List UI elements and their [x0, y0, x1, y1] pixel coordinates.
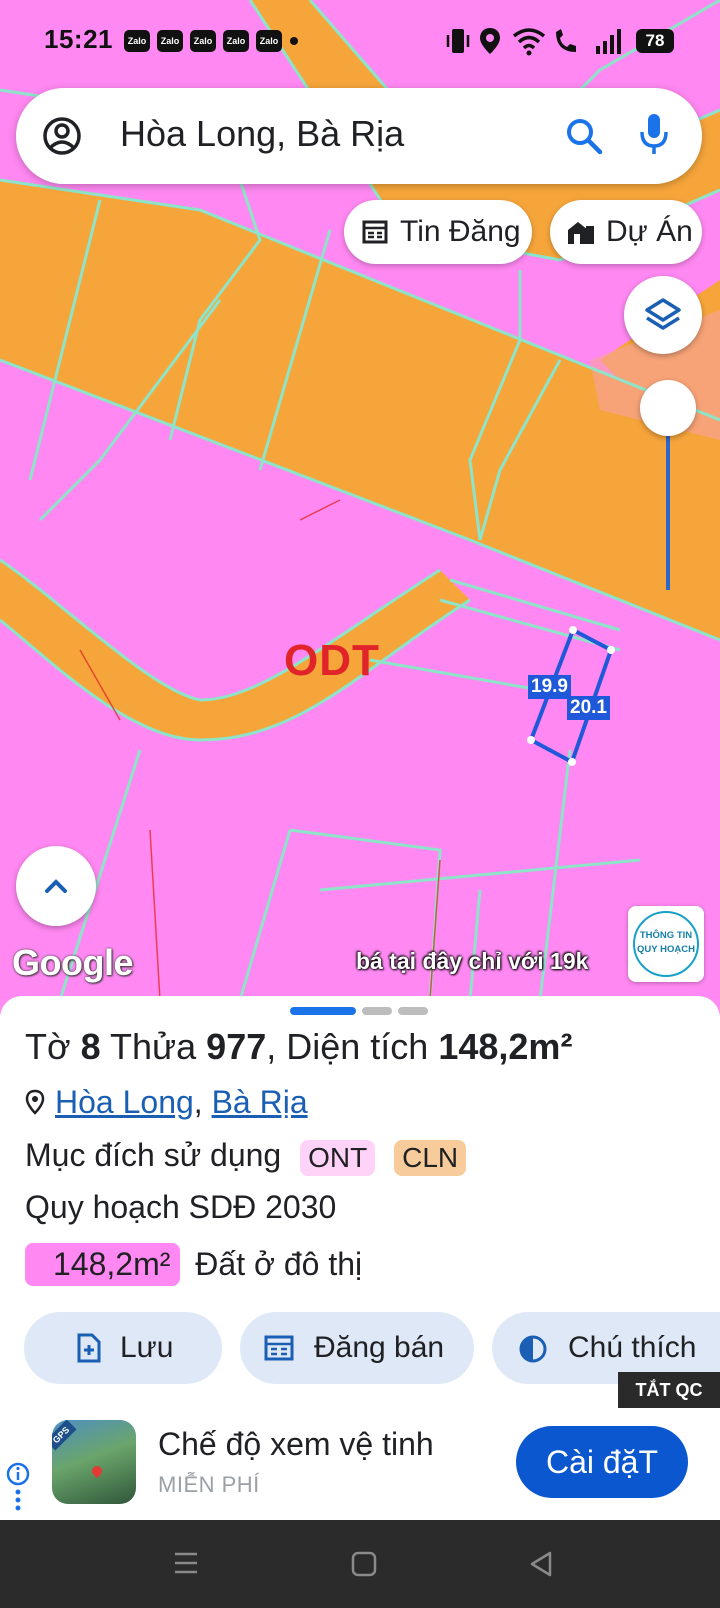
system-nav-bar — [0, 1520, 720, 1608]
sheet-label: Tờ — [25, 1026, 71, 1067]
search-bar[interactable]: Hòa Long, Bà Rịa — [16, 88, 702, 184]
page-indicator[interactable] — [398, 1007, 428, 1015]
map-pin-icon — [89, 1463, 105, 1479]
ad-app-icon[interactable]: GPS — [52, 1420, 136, 1504]
listings-chip-label: Tin Đăng — [400, 215, 521, 248]
plan-area-badge: 148,2m² — [25, 1243, 181, 1286]
microphone-icon[interactable] — [638, 112, 670, 158]
post-sale-icon — [264, 1335, 294, 1361]
legend-contrast-icon — [519, 1335, 547, 1363]
purpose-label: Mục đích sử dụng — [25, 1137, 282, 1173]
parcel-edge-label: 19.9 — [528, 675, 571, 699]
purpose-badge-ont: ONT — [300, 1139, 376, 1176]
parcel-label: Thửa — [110, 1026, 197, 1067]
zone-label: ODT — [284, 636, 380, 685]
ad-subtitle: MIỄN PHÍ — [158, 1472, 260, 1497]
sheet-number: 8 — [80, 1026, 101, 1067]
google-watermark: Google — [12, 942, 134, 983]
wifi-icon — [512, 28, 546, 56]
home-icon[interactable] — [350, 1550, 378, 1578]
more-notifications-dot-icon — [290, 37, 298, 45]
signal-icon — [596, 29, 621, 54]
location-link-city[interactable]: Bà Rịa — [212, 1084, 308, 1120]
status-time: 15:21 — [44, 24, 113, 54]
wifi-call-icon — [556, 29, 576, 52]
install-button[interactable]: Cài đặT — [516, 1426, 688, 1498]
location-pin-icon — [25, 1089, 45, 1115]
parcel-number: 977 — [206, 1026, 267, 1067]
opacity-slider-thumb[interactable] — [640, 380, 696, 436]
zalo-notification-icon: Zalo — [157, 30, 183, 52]
vibrate-icon — [446, 29, 470, 53]
back-icon[interactable] — [528, 1550, 554, 1578]
buildings-icon — [568, 222, 594, 244]
plan-row: 148,2m² Đất ở đô thị — [25, 1243, 362, 1286]
projects-chip[interactable]: Dự Án — [550, 200, 702, 264]
page-indicator[interactable] — [362, 1007, 392, 1015]
area-label: , Diện tích — [266, 1026, 429, 1067]
parcel-edge-label: 20.1 — [567, 696, 610, 720]
post-sale-button[interactable]: Đăng bán — [240, 1312, 474, 1384]
search-icon[interactable] — [564, 116, 604, 156]
gps-ribbon-icon: GPS — [52, 1420, 77, 1451]
logo-text: THÔNG TIN — [639, 930, 693, 941]
save-button-label: Lưu — [120, 1331, 174, 1364]
close-ad-button[interactable]: TẮT QC — [618, 1372, 720, 1408]
plan-label: Quy hoạch SDĐ 2030 — [25, 1189, 337, 1225]
zalo-notification-icon: Zalo — [124, 30, 150, 52]
ad-banner[interactable]: GPS Chế độ xem vệ tinh MIỄN PHÍ Cài đặT — [0, 1408, 720, 1520]
projects-chip-label: Dự Án — [606, 215, 693, 248]
parcel-area: 148,2m² — [438, 1026, 573, 1067]
account-icon[interactable] — [42, 116, 82, 156]
planning-info-logo[interactable]: THÔNG TIN QUY HOẠCH — [628, 906, 704, 982]
recent-apps-icon[interactable] — [172, 1550, 200, 1576]
plan-land-type: Đất ở đô thị — [195, 1246, 363, 1282]
ad-info-icon[interactable] — [6, 1462, 30, 1520]
status-bar: 15:21 Zalo Zalo Zalo Zalo Zalo 78 — [0, 0, 720, 80]
chevron-up-icon — [45, 879, 67, 893]
location-link-ward[interactable]: Hòa Long — [55, 1084, 194, 1120]
save-button[interactable]: Lưu — [24, 1312, 222, 1384]
search-input[interactable]: Hòa Long, Bà Rịa — [120, 113, 404, 155]
battery-level: 78 — [636, 29, 674, 53]
land-use-purpose: Mục đích sử dụng ONT CLN — [25, 1137, 467, 1176]
parcel-location: Hòa Long, Bà Rịa — [25, 1084, 308, 1121]
post-sale-button-label: Đăng bán — [314, 1331, 445, 1364]
expand-sheet-button[interactable] — [16, 846, 96, 926]
zalo-notification-icon: Zalo — [190, 30, 216, 52]
promo-banner-text: bá tại đây chỉ với 19k — [356, 948, 589, 974]
zalo-notification-icon: Zalo — [223, 30, 249, 52]
save-file-icon — [77, 1333, 101, 1363]
parcel-title: Tờ 8 Thửa 977, Diện tích 148,2m² — [25, 1026, 572, 1068]
purpose-badge-cln: CLN — [394, 1139, 467, 1176]
zalo-notification-icon: Zalo — [256, 30, 282, 52]
location-icon — [480, 28, 500, 54]
layers-button[interactable] — [624, 276, 702, 354]
layers-icon — [645, 298, 681, 330]
ad-title[interactable]: Chế độ xem vệ tinh — [158, 1426, 434, 1463]
page-indicator-active[interactable] — [290, 1007, 356, 1015]
listing-icon — [362, 220, 388, 244]
logo-text: QUY HOẠCH — [637, 944, 695, 955]
listings-chip[interactable]: Tin Đăng — [344, 200, 532, 264]
